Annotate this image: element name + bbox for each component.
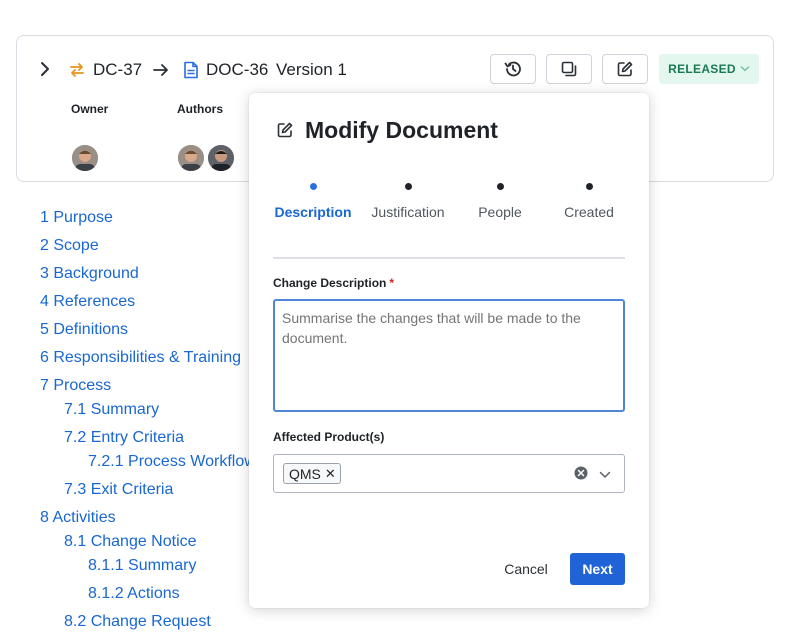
change-description-label-text: Change Description [273, 276, 387, 290]
toc-item[interactable]: 8.1 Change Notice [64, 533, 197, 551]
edit-button[interactable] [602, 54, 648, 84]
toc-item[interactable]: 8 Activities [40, 509, 116, 527]
status-label: RELEASED [668, 62, 736, 76]
toc-item[interactable]: 1 Purpose [40, 209, 113, 227]
clear-selection-icon[interactable] [574, 466, 588, 480]
next-button[interactable]: Next [570, 553, 625, 585]
toc-item[interactable]: 4 References [40, 293, 135, 311]
step-label: Justification [371, 204, 445, 220]
step-justification[interactable]: Justification [363, 183, 453, 220]
step-indicator [404, 183, 412, 190]
chip-label: QMS [289, 465, 321, 482]
step-description[interactable]: Description [273, 183, 353, 220]
owner-label: Owner [71, 102, 109, 116]
step-label: People [478, 204, 522, 220]
toc-item[interactable]: 7.2 Entry Criteria [64, 429, 184, 447]
toc-item[interactable]: 8.1.1 Summary [88, 557, 196, 575]
product-chip: QMS ✕ [283, 463, 341, 484]
toc-item[interactable]: 8.1.2 Actions [88, 585, 180, 603]
step-created[interactable]: Created [553, 183, 625, 220]
affected-products-label: Affected Product(s) [273, 430, 385, 444]
owner-avatar[interactable] [70, 143, 100, 173]
authors-label: Authors [177, 102, 223, 116]
change-swap-icon [69, 62, 85, 78]
chevron-down-icon[interactable] [599, 468, 611, 480]
history-icon [504, 61, 521, 77]
cancel-button[interactable]: Cancel [493, 553, 559, 585]
toc-item[interactable]: 6 Responsibilities & Training [40, 349, 241, 367]
toc-item[interactable]: 7.2.1 Process Workflow [88, 453, 256, 471]
chevron-down-icon [740, 66, 750, 72]
modify-document-dialog: Modify Document Description Justificatio… [249, 93, 649, 608]
edit-icon [276, 121, 294, 139]
step-people[interactable]: People [465, 183, 535, 220]
copy-button[interactable] [546, 54, 592, 84]
history-button[interactable] [490, 54, 536, 84]
toc-item[interactable]: 8.2 Change Request [64, 613, 211, 631]
toc-item[interactable]: 2 Scope [40, 237, 99, 255]
document-id[interactable]: DOC-36 [206, 60, 268, 80]
step-indicator [585, 183, 593, 190]
affected-products-select[interactable]: QMS ✕ [273, 454, 625, 493]
chip-remove-icon[interactable]: ✕ [325, 467, 336, 480]
edit-icon [617, 61, 633, 77]
toc-item[interactable]: 5 Definitions [40, 321, 128, 339]
change-description-label: Change Description * [273, 276, 394, 290]
toc-item[interactable]: 7.3 Exit Criteria [64, 481, 173, 499]
stepper-divider [273, 257, 625, 259]
step-indicator [496, 183, 504, 190]
author-avatar[interactable] [206, 143, 236, 173]
expand-chevron-icon[interactable] [37, 60, 53, 78]
required-mark: * [389, 276, 395, 290]
toc-item[interactable]: 3 Background [40, 265, 139, 283]
status-badge[interactable]: RELEASED [659, 54, 759, 84]
dialog-title: Modify Document [305, 117, 498, 143]
toc-item[interactable]: 7 Process [40, 377, 111, 395]
change-id[interactable]: DC-37 [93, 60, 142, 80]
document-icon [183, 61, 199, 79]
copy-icon [561, 61, 577, 77]
document-version: Version 1 [276, 60, 347, 79]
arrow-right-icon [153, 62, 169, 78]
change-description-input[interactable] [273, 299, 625, 412]
step-label: Description [274, 204, 352, 220]
toc-item[interactable]: 7.1 Summary [64, 401, 159, 419]
author-avatar[interactable] [176, 143, 206, 173]
step-indicator [309, 183, 317, 190]
step-label: Created [564, 204, 614, 220]
